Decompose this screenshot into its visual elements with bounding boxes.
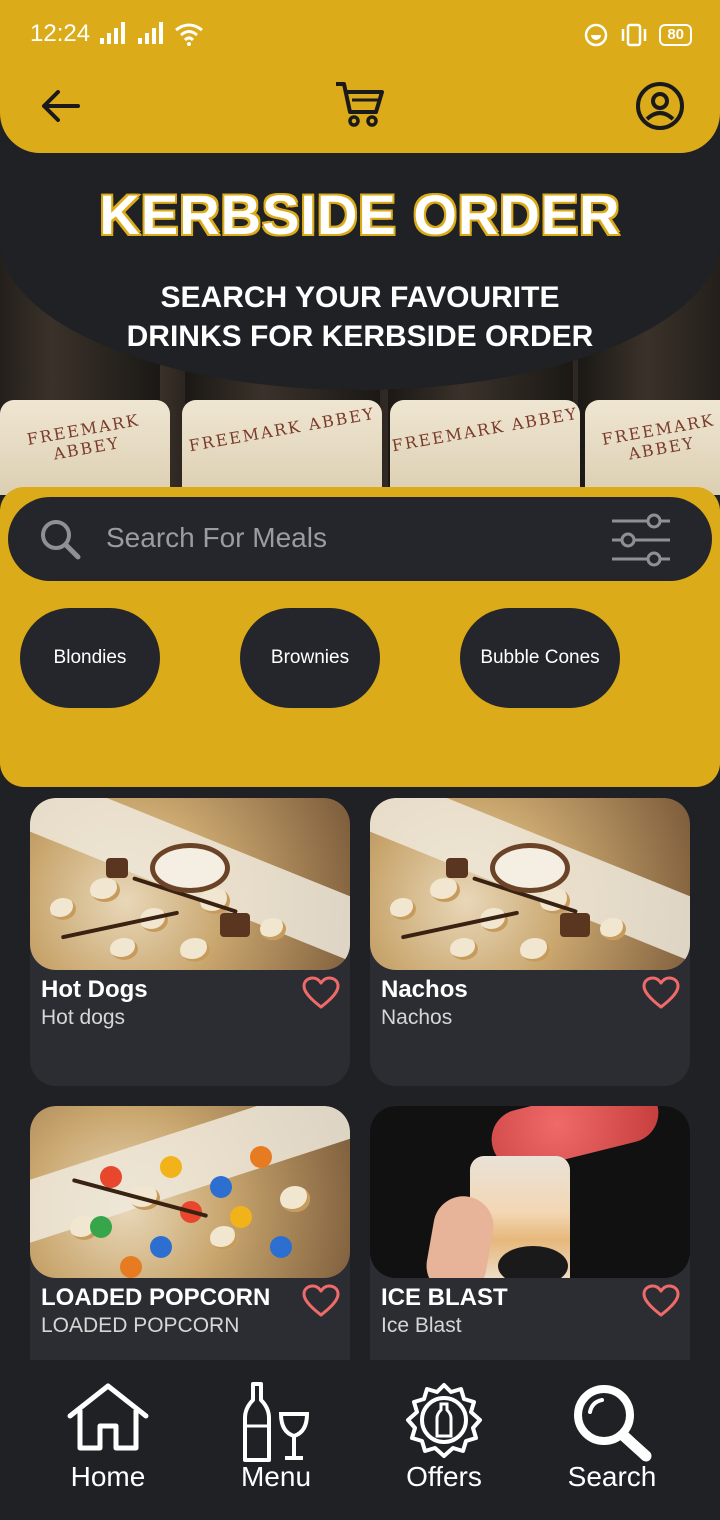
wifi-icon xyxy=(175,23,203,46)
bottle-label: FREEMARK ABBEY xyxy=(182,400,382,495)
hero-subtitle-line: DRINKS FOR KERBSIDE ORDER xyxy=(126,320,594,353)
home-icon xyxy=(67,1383,149,1451)
heart-icon[interactable] xyxy=(302,1284,340,1318)
filter-sliders-icon[interactable] xyxy=(610,513,672,567)
back-button[interactable] xyxy=(34,80,86,132)
heart-icon[interactable] xyxy=(302,976,340,1010)
signal-icon xyxy=(138,22,163,44)
hero-subtitle: SEARCH YOUR FAVOURITE DRINKS FOR KERBSID… xyxy=(0,278,720,356)
media-icon xyxy=(585,23,608,47)
product-subtitle: Ice Blast xyxy=(381,1314,462,1337)
search-icon xyxy=(41,520,81,560)
nav-item-menu[interactable]: Menu xyxy=(186,1382,366,1493)
nav-label: Search xyxy=(567,1461,657,1492)
product-image xyxy=(30,798,350,970)
category-chip-blondies[interactable]: Blondies xyxy=(20,608,160,708)
hero-banner: FREEMARK ABBEY FREEMARK ABBEY FREEMARK A… xyxy=(0,150,720,495)
heart-icon[interactable] xyxy=(642,1284,680,1318)
profile-button[interactable] xyxy=(632,78,688,134)
product-subtitle: Hot dogs xyxy=(41,1006,126,1029)
bottle-label: FREEMARK ABBEY xyxy=(390,400,580,495)
product-title: ICE BLAST xyxy=(381,1284,508,1311)
product-image xyxy=(30,1106,350,1278)
product-title: Hot Dogs xyxy=(41,976,148,1003)
top-bar xyxy=(0,60,720,153)
search-panel: Search For Meals Blondies Brownies Bubbl… xyxy=(0,487,720,787)
drinks-icon xyxy=(243,1382,310,1462)
search-input[interactable]: Search For Meals xyxy=(106,522,327,554)
status-time: 12:24 xyxy=(30,20,91,47)
bottle-label: FREEMARK ABBEY xyxy=(0,400,170,495)
category-chip-brownies[interactable]: Brownies xyxy=(240,608,380,708)
product-card-ice-blast[interactable]: ICE BLAST Ice Blast xyxy=(370,1106,690,1360)
arrow-left-icon xyxy=(42,90,80,122)
search-icon xyxy=(574,1385,652,1462)
nav-item-home[interactable]: Home xyxy=(18,1382,198,1493)
product-title: LOADED POPCORN xyxy=(41,1284,271,1311)
cart-button[interactable] xyxy=(330,76,390,132)
nav-label: Offers xyxy=(406,1461,482,1492)
nav-item-offers[interactable]: Offers xyxy=(354,1382,534,1493)
nav-item-search[interactable]: Search xyxy=(522,1382,702,1493)
product-title: Nachos xyxy=(381,976,468,1003)
nav-label: Home xyxy=(70,1461,146,1492)
bottle-label: FREEMARK ABBEY xyxy=(585,400,720,495)
nav-label: Menu xyxy=(240,1461,312,1492)
search-bar[interactable]: Search For Meals xyxy=(8,497,712,581)
bottom-navigation: Home Menu Offers Search xyxy=(0,1370,720,1520)
profile-icon xyxy=(636,82,684,130)
battery-level: 80 xyxy=(659,24,692,46)
category-chip-bubble-cones[interactable]: Bubble Cones xyxy=(460,608,620,708)
product-subtitle: Nachos xyxy=(381,1006,453,1029)
product-card-loaded-popcorn[interactable]: LOADED POPCORN LOADED POPCORN xyxy=(30,1106,350,1360)
heart-icon[interactable] xyxy=(642,976,680,1010)
hero-subtitle-line: SEARCH YOUR FAVOURITE xyxy=(160,281,560,314)
product-card-nachos[interactable]: Nachos Nachos xyxy=(370,798,690,1086)
hero-title: KERBSIDE ORDER xyxy=(98,182,621,248)
product-card-hot-dogs[interactable]: Hot Dogs Hot dogs xyxy=(30,798,350,1086)
product-image xyxy=(370,1106,690,1278)
vibrate-icon xyxy=(622,23,647,47)
cart-icon xyxy=(336,82,384,127)
signal-icon xyxy=(100,22,125,44)
product-image xyxy=(370,798,690,970)
offer-badge-icon xyxy=(406,1383,482,1458)
product-subtitle: LOADED POPCORN xyxy=(41,1314,240,1337)
